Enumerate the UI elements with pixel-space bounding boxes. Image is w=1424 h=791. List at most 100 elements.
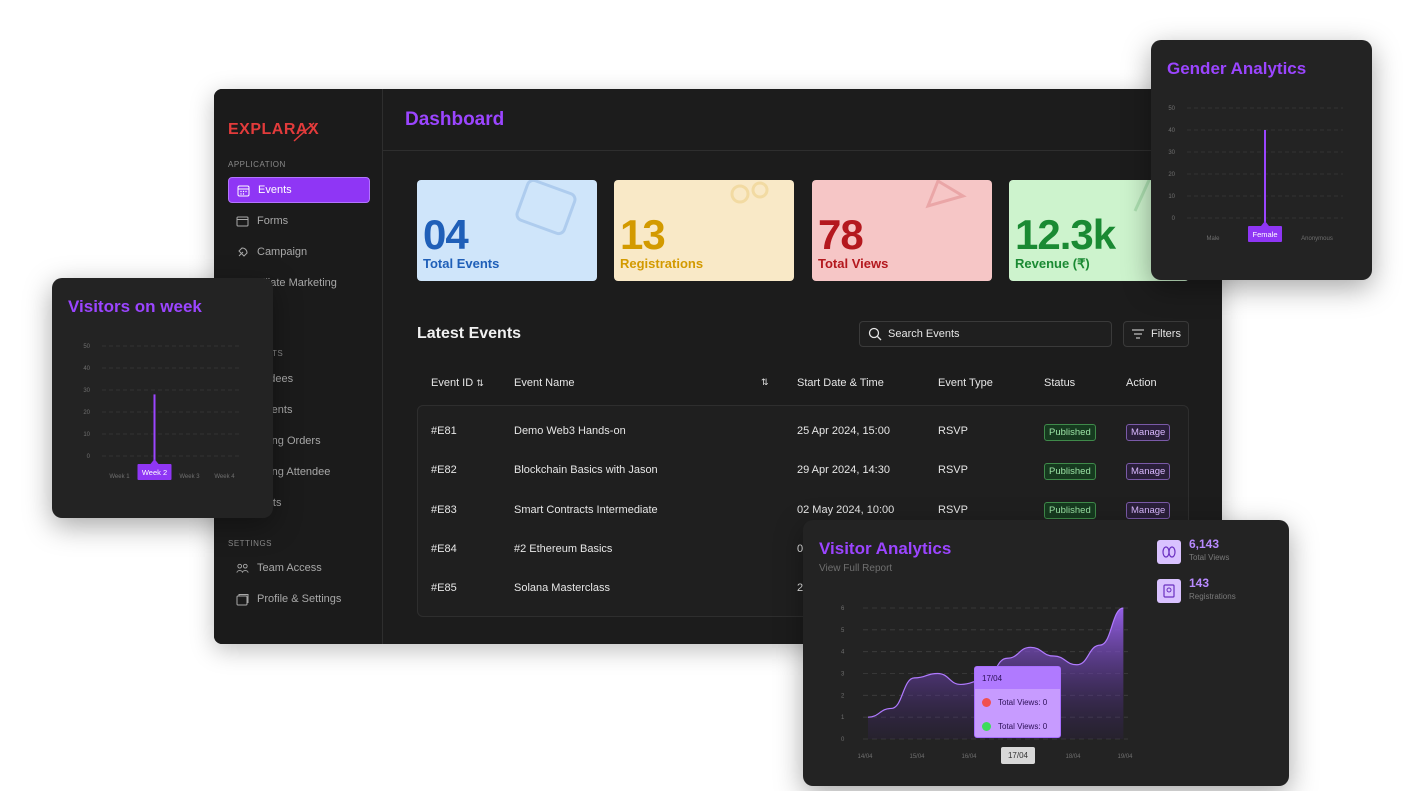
section-label-application: APPLICATION	[228, 160, 286, 169]
row-name[interactable]: Solana Masterclass	[514, 582, 610, 594]
users-icon	[730, 181, 769, 204]
sidebar-item-forms[interactable]: Forms	[228, 208, 370, 234]
tooltip-line-1: Total Views: 0	[998, 698, 1048, 707]
legend-dot-red	[982, 698, 991, 707]
manage-button[interactable]: Manage	[1126, 463, 1171, 480]
stat-label: Revenue (₹)	[1015, 256, 1090, 271]
sidebar-item-label: Profile & Settings	[257, 593, 342, 605]
row-name[interactable]: #2 Ethereum Basics	[514, 543, 612, 555]
sidebar-item-team-access[interactable]: Team Access	[228, 555, 370, 581]
y-tick-label: 3	[841, 672, 845, 678]
sort-icon[interactable]: ⇅	[476, 378, 484, 388]
x-tick-label: Anonymous	[1301, 236, 1333, 242]
y-tick-label: 50	[83, 344, 90, 350]
gender-chart: 0 10 20 30 40 50 Male Female Anonymous	[1168, 106, 1343, 242]
visitor-area-chart: 0 1 2 3 4 5 6 14/04 15/04 16/04 18/04 19/04	[841, 606, 1133, 760]
filters-label: Filters	[1151, 328, 1181, 340]
visitors-week-chart: 0 10 20 30 40 50 Week 1 Week 2 Week 3 Week 4	[83, 344, 242, 480]
y-tick-label: 20	[1168, 172, 1175, 178]
row-id: #E85	[431, 582, 457, 594]
highlight-label: Female	[1252, 230, 1277, 239]
row-id: #E84	[431, 543, 457, 555]
row-start: 29 Apr 2024, 14:30	[797, 464, 890, 476]
y-tick-label: 0	[87, 454, 91, 460]
gender-analytics-panel: Gender Analytics 0 10 20 30 40 50 Male Female An…	[1151, 40, 1372, 280]
row-id: #E82	[431, 464, 457, 476]
sidebar-item-label: Events	[258, 184, 292, 196]
y-tick-label: 40	[83, 366, 90, 372]
y-tick-label: 6	[841, 606, 845, 612]
x-tick-label: Male	[1206, 236, 1220, 242]
form-icon	[236, 215, 249, 228]
row-start: 25 Apr 2024, 15:00	[797, 425, 890, 437]
column-header-type[interactable]: Event Type	[938, 377, 993, 389]
filters-button[interactable]: Filters	[1123, 321, 1189, 347]
manage-button[interactable]: Manage	[1126, 424, 1171, 441]
stat-card-total-events[interactable]: 04 Total Events	[417, 180, 597, 281]
y-tick-label: 20	[83, 410, 90, 416]
search-icon	[868, 327, 882, 341]
profile-icon	[236, 593, 249, 606]
visitors-week-panel: Visitors on week 0 10 20 30 40 50 Week 1 Week 2…	[52, 278, 273, 518]
stat-value: 04	[423, 211, 469, 258]
sidebar-item-profile-settings[interactable]: Profile & Settings	[228, 586, 370, 612]
sort-icon[interactable]: ⇅	[761, 377, 769, 388]
row-type: RSVP	[938, 464, 968, 476]
section-label-settings: SETTINGS	[228, 539, 273, 548]
row-start: 02 May 2024, 10:00	[797, 504, 895, 516]
x-highlight-label: 17/04	[1001, 747, 1035, 764]
stat-label: Total Views	[818, 256, 889, 271]
x-tick-label: 14/04	[857, 754, 873, 760]
chart-tooltip: 17/04 Total Views: 0 Total Views: 0	[974, 666, 1061, 738]
y-tick-label: 10	[1168, 194, 1175, 200]
x-tick-label: 16/04	[961, 754, 977, 760]
y-tick-label: 1	[841, 715, 845, 721]
visitor-analytics-panel: Visitor Analytics View Full Report 6,143…	[803, 520, 1289, 786]
x-tick-label: 15/04	[909, 754, 925, 760]
calendar-icon	[237, 184, 250, 197]
column-header-event-id[interactable]: Event ID ⇅	[431, 377, 484, 389]
x-tick-label: Week 1	[109, 474, 130, 480]
search-input[interactable]: Search Events	[859, 321, 1112, 347]
latest-events-title: Latest Events	[417, 325, 522, 342]
highlight-pointer	[1261, 221, 1269, 226]
y-tick-label: 40	[1168, 128, 1175, 134]
team-icon	[236, 562, 249, 575]
x-tick-label: Week 4	[214, 474, 235, 480]
manage-button[interactable]: Manage	[1126, 502, 1171, 519]
highlight-pointer	[150, 459, 159, 464]
y-tick-label: 0	[841, 737, 845, 743]
row-name[interactable]: Blockchain Basics with Jason	[514, 464, 658, 476]
row-name[interactable]: Smart Contracts Intermediate	[514, 504, 658, 516]
legend-dot-green	[982, 722, 991, 731]
page-title: Dashboard	[405, 109, 505, 130]
column-header-start[interactable]: Start Date & Time	[797, 377, 884, 389]
highlight-label: Week 2	[142, 468, 167, 477]
sidebar-item-label: Campaign	[257, 246, 308, 258]
section-label-reports: TS	[272, 349, 284, 358]
y-tick-label: 0	[1172, 216, 1176, 222]
stat-card-total-views[interactable]: 78 Total Views	[812, 180, 992, 281]
stat-value: 12.3k	[1015, 211, 1116, 258]
rocket-icon	[236, 246, 249, 259]
row-id: #E81	[431, 425, 457, 437]
sidebar-item-campaign[interactable]: Campaign	[228, 239, 370, 265]
sidebar-item-label: Team Access	[257, 562, 322, 574]
sidebar-item-label: Forms	[257, 215, 289, 227]
y-tick-label: 30	[83, 388, 90, 394]
y-tick-label: 4	[841, 650, 845, 656]
search-placeholder: Search Events	[888, 328, 960, 340]
filter-icon	[1132, 329, 1145, 339]
stat-card-registrations[interactable]: 13 Registrations	[614, 180, 794, 281]
column-header-event-name[interactable]: Event Name	[514, 377, 575, 389]
stat-value: 78	[818, 211, 864, 258]
y-tick-label: 50	[1168, 106, 1175, 112]
y-tick-label: 30	[1168, 150, 1175, 156]
row-name[interactable]: Demo Web3 Hands-on	[514, 425, 626, 437]
tooltip-line-2: Total Views: 0	[998, 722, 1048, 731]
row-type: RSVP	[938, 425, 968, 437]
status-badge: Published	[1044, 424, 1096, 441]
sidebar-item-events[interactable]: Events	[228, 177, 370, 203]
y-tick-label: 10	[83, 432, 90, 438]
column-header-status[interactable]: Status	[1044, 377, 1075, 389]
